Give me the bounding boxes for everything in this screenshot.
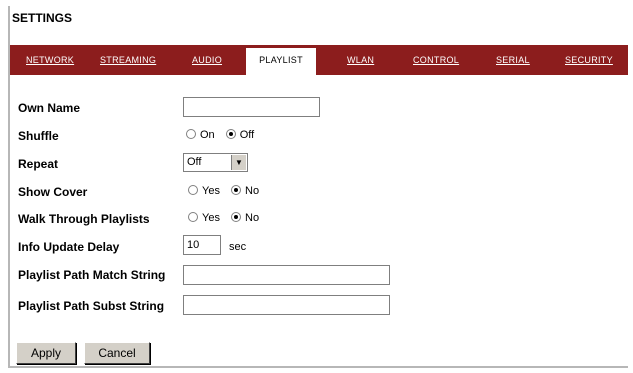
tab-playlist[interactable]: PLAYLIST [246, 48, 316, 75]
own-name-input[interactable] [183, 97, 320, 117]
match-string-label: Playlist Path Match String [18, 268, 166, 282]
dropdown-arrow-icon[interactable]: ▼ [231, 155, 246, 170]
subst-string-input[interactable] [183, 295, 390, 315]
shuffle-options: On Off [186, 129, 254, 141]
tab-bar: NETWORK STREAMING AUDIO PLAYLIST WLAN CO… [10, 45, 628, 75]
walk-through-options: Yes No [188, 212, 259, 224]
tab-audio[interactable]: AUDIO [192, 45, 222, 75]
show-cover-label: Show Cover [18, 185, 88, 199]
tab-streaming[interactable]: STREAMING [100, 45, 156, 75]
info-update-delay-unit: sec [229, 241, 247, 253]
tab-control[interactable]: CONTROL [413, 45, 459, 75]
show-cover-yes-radio[interactable] [188, 185, 198, 195]
tab-network[interactable]: NETWORK [26, 45, 74, 75]
tab-wlan[interactable]: WLAN [347, 45, 374, 75]
info-update-delay-label: Info Update Delay [18, 240, 120, 254]
own-name-label: Own Name [18, 101, 81, 115]
walk-through-yes-radio[interactable] [188, 212, 198, 222]
shuffle-on-label: On [200, 129, 215, 141]
tab-serial[interactable]: SERIAL [496, 45, 530, 75]
shuffle-label: Shuffle [18, 129, 59, 143]
page-title: SETTINGS [12, 11, 73, 25]
shuffle-off-radio[interactable] [225, 129, 236, 139]
shuffle-on-radio[interactable] [186, 129, 196, 139]
walk-through-yes-label: Yes [202, 212, 220, 224]
tab-security[interactable]: SECURITY [565, 45, 613, 75]
repeat-selected-value: Off [187, 156, 202, 168]
repeat-select[interactable]: Off ▼ [183, 153, 248, 172]
repeat-label: Repeat [18, 157, 59, 171]
shuffle-off-label: Off [239, 129, 255, 141]
walk-through-no-label: No [245, 212, 260, 224]
walk-through-label: Walk Through Playlists [18, 212, 150, 226]
walk-through-no-radio[interactable] [231, 212, 242, 222]
show-cover-options: Yes No [188, 185, 259, 197]
show-cover-no-label: No [245, 185, 260, 197]
show-cover-no-radio[interactable] [231, 185, 242, 195]
subst-string-label: Playlist Path Subst String [18, 299, 165, 313]
cancel-button[interactable]: Cancel [84, 342, 150, 364]
info-update-delay-input[interactable] [183, 235, 221, 255]
apply-button[interactable]: Apply [16, 342, 76, 364]
show-cover-yes-label: Yes [202, 185, 220, 197]
match-string-input[interactable] [183, 265, 390, 285]
